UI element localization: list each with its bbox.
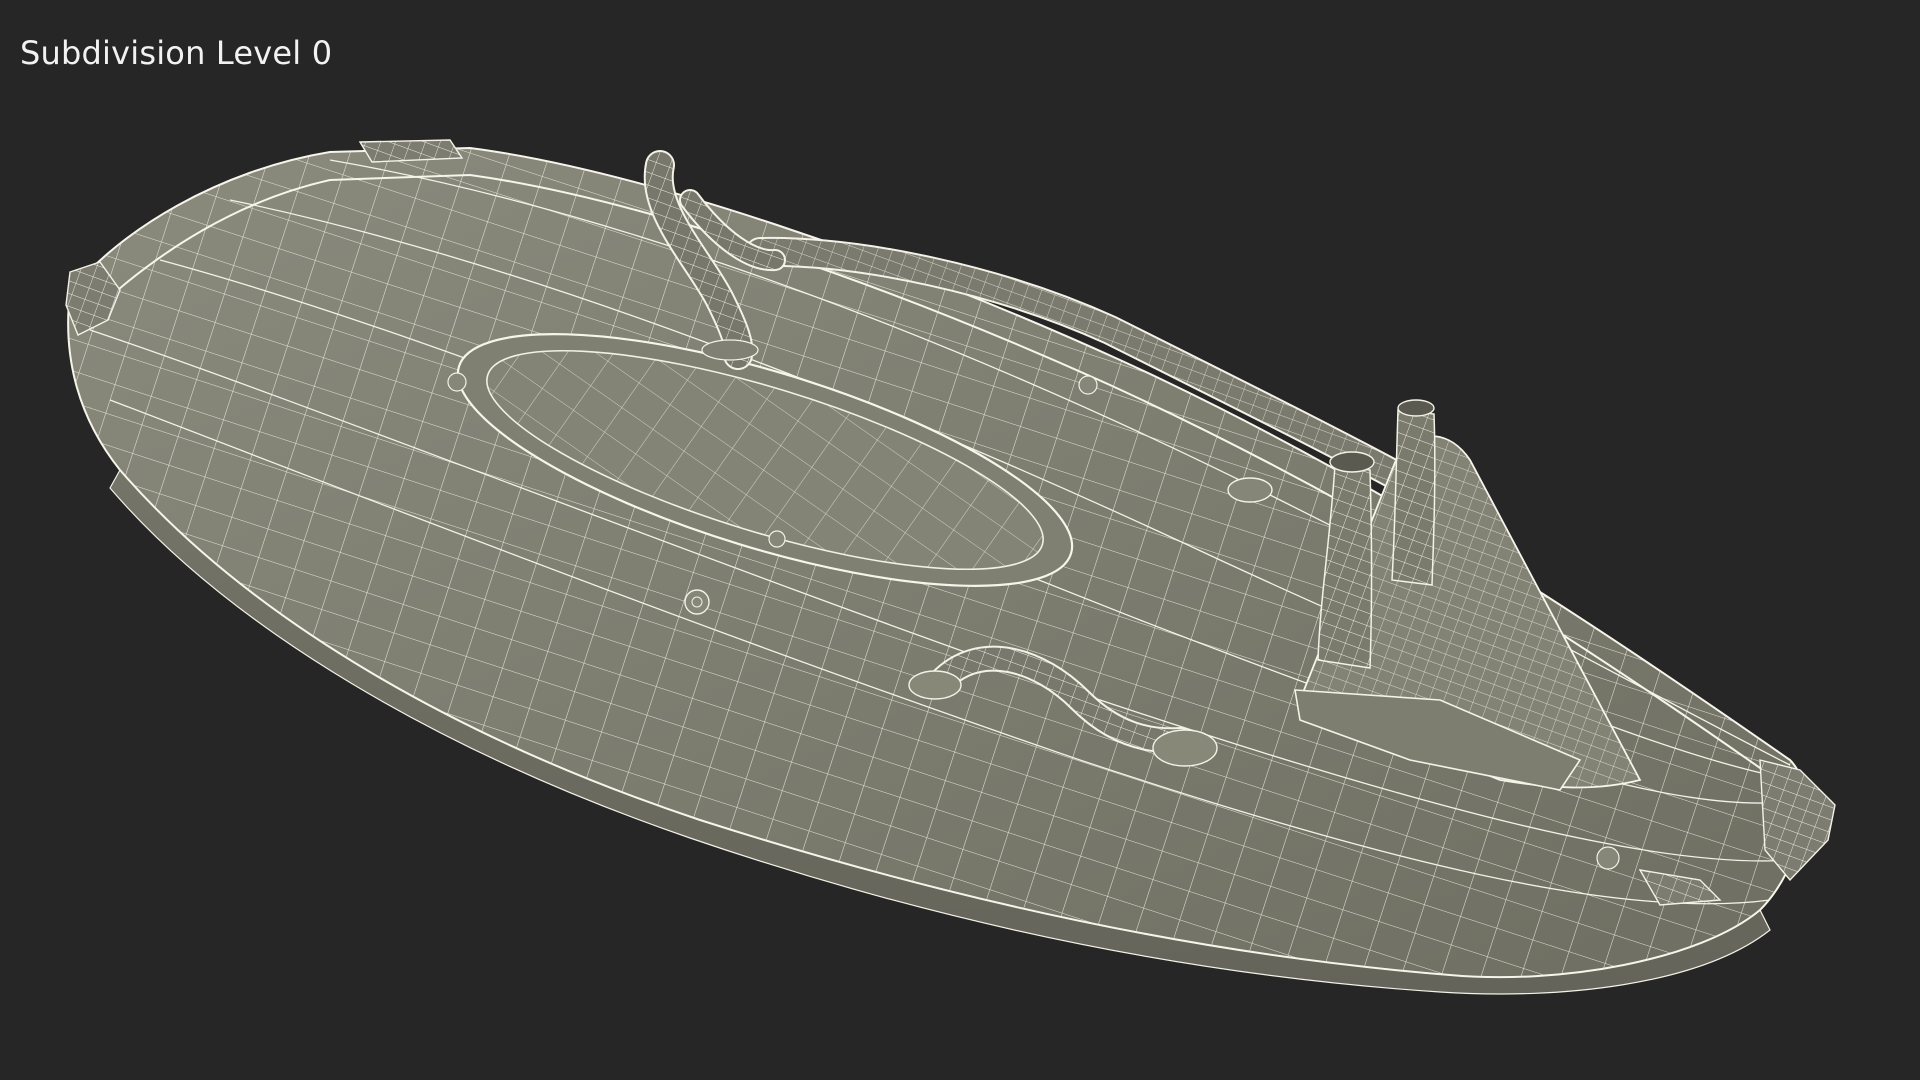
wireframe-board-model [65, 139, 1836, 995]
steering-column [1294, 399, 1642, 791]
rail-mount [1227, 477, 1273, 503]
render-viewport: Subdivision Level 0 [0, 0, 1920, 1080]
